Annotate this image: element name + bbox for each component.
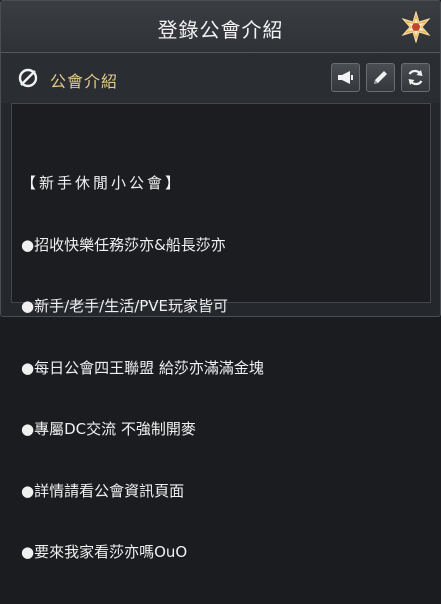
intro-line: 【新手休閒小公會】	[21, 174, 184, 192]
intro-line: ●詳情請看公會資訊頁面	[21, 481, 185, 500]
megaphone-icon	[338, 71, 353, 84]
refresh-icon	[408, 69, 423, 86]
section-title: 公會介紹	[50, 72, 119, 91]
intro-line: ●每日公會四王聯盟 給莎亦滿滿金塊	[21, 358, 264, 377]
pencil-icon	[374, 71, 387, 84]
intro-line: ●招收快樂任務莎亦&船長莎亦	[21, 235, 226, 254]
refresh-button[interactable]	[401, 63, 430, 92]
guild-intro-window: 登錄公會介紹 公會介紹 【新手休閒小公會】 ●招收快樂任務莎亦&船長莎亦 ●新手…	[0, 0, 441, 561]
intro-line: ●新手/老手/生活/PVE玩家皆可	[21, 297, 229, 315]
wing-icon	[18, 68, 38, 88]
guild-intro-textbox[interactable]: 【新手休閒小公會】 ●招收快樂任務莎亦&船長莎亦 ●新手/老手/生活/PVE玩家…	[11, 103, 431, 561]
intro-line: ●要來我家看莎亦嗎OuO	[21, 543, 188, 561]
intro-text: 【新手休閒小公會】 ●招收快樂任務莎亦&船長莎亦 ●新手/老手/生活/PVE玩家…	[21, 132, 264, 604]
megaphone-button[interactable]	[331, 63, 360, 92]
guild-emblem-icon[interactable]	[400, 11, 432, 43]
intro-line: ●專屬DC交流 不強制開麥	[21, 420, 196, 438]
edit-button[interactable]	[366, 63, 395, 92]
window-title: 登錄公會介紹	[157, 18, 284, 42]
title-bar: 登錄公會介紹	[1, 1, 440, 53]
